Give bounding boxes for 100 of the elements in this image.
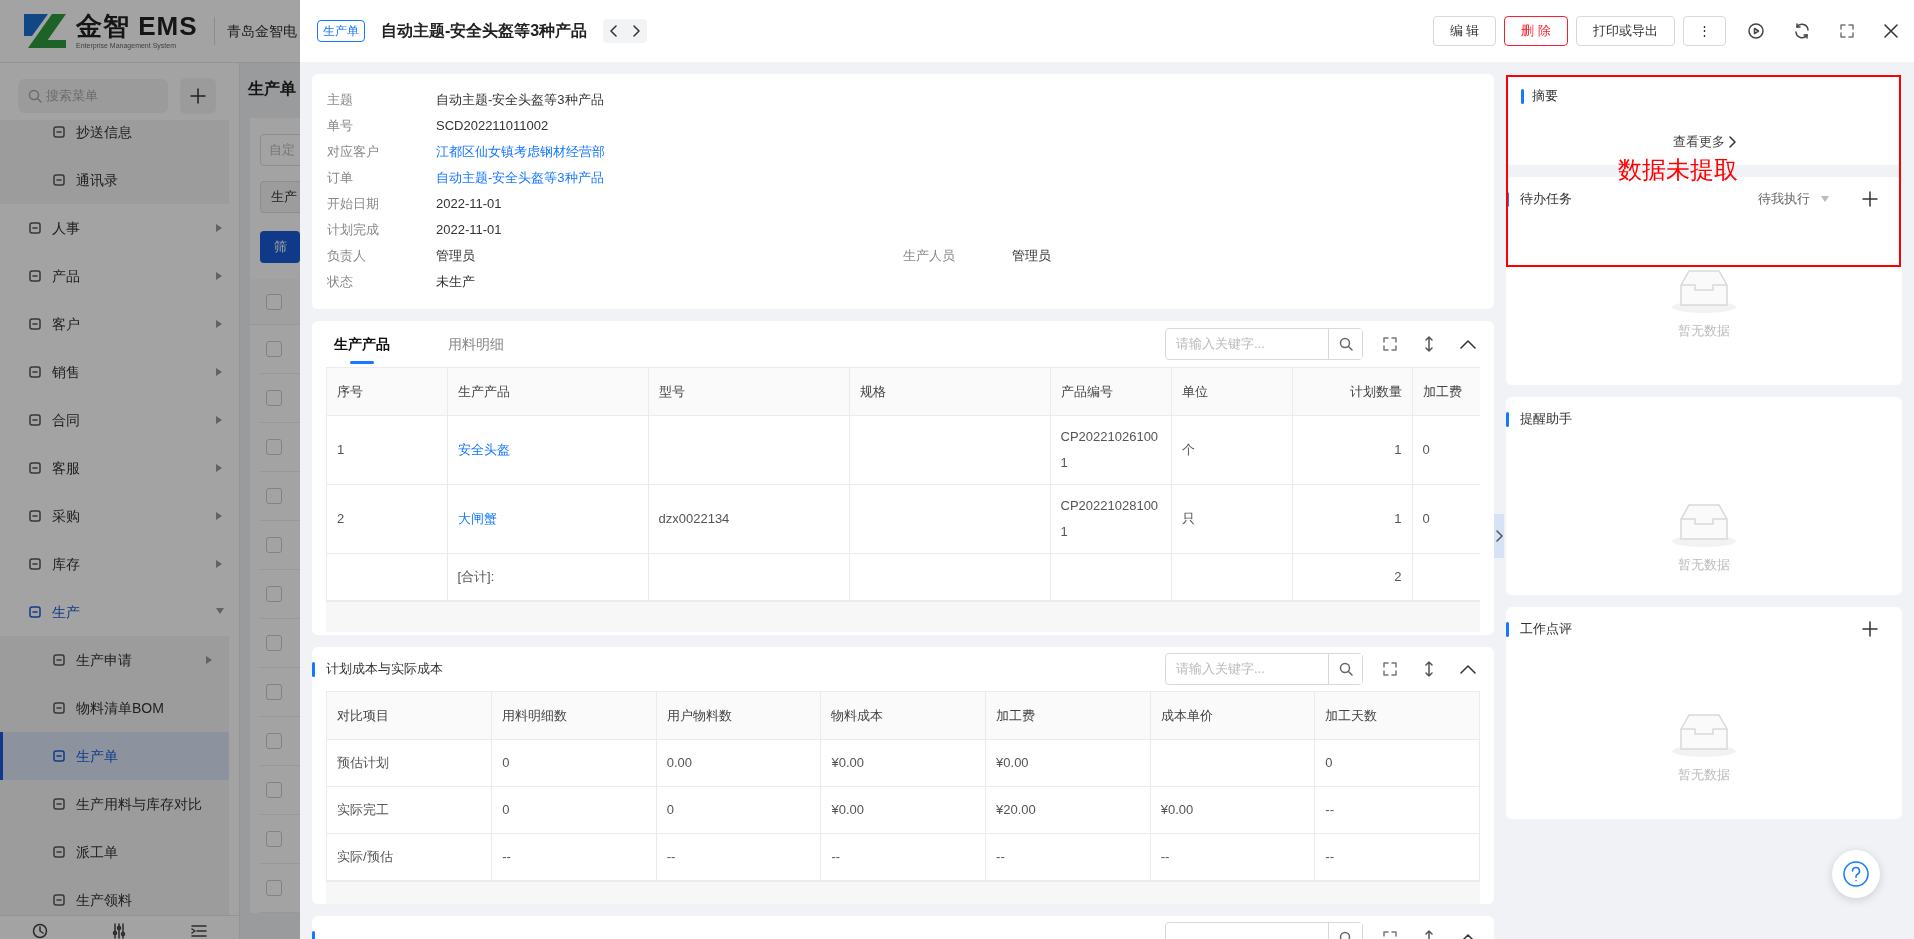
column-header: 计划数量 <box>1292 368 1412 415</box>
search-icon <box>1338 337 1353 351</box>
checkbox[interactable] <box>266 635 282 651</box>
submenu-item[interactable]: 物料清单BOM <box>0 684 229 732</box>
empty-text: 暂无数据 <box>1678 322 1730 340</box>
checkbox[interactable] <box>266 586 282 602</box>
chevron-right-icon <box>1727 135 1736 148</box>
checkbox[interactable] <box>266 733 282 749</box>
table-cell: 0 <box>491 739 657 786</box>
action-button[interactable]: 编 辑 <box>1432 16 1497 46</box>
menu-label: 采购 <box>52 506 80 526</box>
checkbox[interactable] <box>266 537 282 553</box>
menu-icon <box>52 893 66 907</box>
checkbox[interactable] <box>266 782 282 798</box>
table-cell: 2 <box>1292 553 1412 600</box>
column-header: 加工费 <box>985 692 1151 739</box>
search-placeholder: 请输入关键字... <box>1175 660 1266 679</box>
field-value: 未生产 <box>436 273 475 292</box>
menu-label: 派工单 <box>76 842 118 862</box>
view-more-link[interactable]: 查看更多 <box>1672 132 1736 152</box>
submenu-item[interactable]: 通讯录 <box>0 156 229 204</box>
table-cell: 个 <box>1171 415 1292 484</box>
menu-item[interactable]: 销售 <box>0 348 239 396</box>
product-link[interactable]: 大闸蟹 <box>457 510 497 526</box>
table-cell: 只 <box>1171 484 1292 553</box>
menu-item[interactable]: 采购 <box>0 492 239 540</box>
submenu-item[interactable]: 派工单 <box>0 828 229 876</box>
checkbox[interactable] <box>266 831 282 847</box>
table-cell: -- <box>985 833 1151 880</box>
checkbox[interactable] <box>266 488 282 504</box>
sliders-icon[interactable] <box>111 923 128 939</box>
menu-label: 通讯录 <box>76 170 118 190</box>
field-label: 对应客户 <box>327 143 380 162</box>
close-icon[interactable] <box>1884 24 1898 38</box>
table-cell: -- <box>820 833 986 880</box>
add-button[interactable] <box>180 78 216 114</box>
menu-label: 生产领料 <box>76 890 132 910</box>
field-link[interactable]: 江都区仙女镇考虑钢材经营部 <box>436 142 605 162</box>
expand-rows-icon <box>1424 661 1434 677</box>
fullscreen-icon <box>1383 662 1397 676</box>
column-header: 加工费 <box>1412 368 1480 415</box>
checkbox[interactable] <box>266 880 282 896</box>
refresh-icon[interactable] <box>1794 23 1810 39</box>
checkbox[interactable] <box>266 390 282 406</box>
tab[interactable]: 用料明细 <box>440 323 512 365</box>
menu-icon <box>28 221 42 235</box>
checkbox[interactable] <box>266 341 282 357</box>
product-link[interactable]: 安全头盔 <box>457 441 510 457</box>
more-button[interactable]: ⋮ <box>1683 16 1726 46</box>
menu-item[interactable]: 产品 <box>0 252 239 300</box>
table-cell: ¥20.00 <box>985 786 1151 833</box>
table-cell: 1 <box>1292 415 1412 484</box>
filter-button[interactable]: 筛 <box>260 231 300 263</box>
field-label: 生产人员 <box>903 247 956 266</box>
play-circle-icon[interactable] <box>1748 23 1764 39</box>
tab[interactable]: 生产产品 <box>326 323 398 365</box>
empty-text: 暂无数据 <box>1678 766 1730 784</box>
history-icon[interactable] <box>31 923 48 939</box>
menu-item[interactable]: 人事 <box>0 204 239 252</box>
type-select[interactable]: 生产 <box>260 181 300 213</box>
delete-button[interactable]: 删 除 <box>1504 16 1568 46</box>
menu-label: 生产申请 <box>76 650 132 670</box>
fullscreen-icon[interactable] <box>1840 24 1854 38</box>
table-cell: 0 <box>491 786 657 833</box>
menu-icon <box>28 269 42 283</box>
menu-item[interactable]: 合同 <box>0 396 239 444</box>
menu-item[interactable]: 生产 <box>0 588 239 636</box>
field-link[interactable]: 自动主题-安全头盔等3种产品 <box>436 168 604 188</box>
column-header: 产品编号 <box>1050 368 1171 415</box>
menu-label: 生产用料与库存对比 <box>76 794 202 814</box>
action-button[interactable]: 打印或导出 <box>1576 16 1675 46</box>
field-value: 管理员 <box>1012 247 1051 266</box>
task-filter-dropdown[interactable]: 待我执行 <box>1758 189 1830 209</box>
help-button[interactable] <box>1832 850 1880 898</box>
table-cell: 实际/预估 <box>327 833 492 880</box>
checkbox[interactable] <box>266 684 282 700</box>
table-cell: ¥0.00 <box>1150 786 1315 833</box>
field-label: 状态 <box>327 273 354 292</box>
table-cell: -- <box>1314 833 1480 880</box>
panel-title: 待办任务 <box>1520 190 1572 209</box>
search-button[interactable] <box>1328 654 1362 684</box>
collapse-handle[interactable] <box>1494 514 1504 558</box>
section-marker <box>1506 411 1509 427</box>
checkbox[interactable] <box>266 439 282 455</box>
collapse-menu-icon[interactable] <box>191 923 208 939</box>
submenu-item[interactable]: 生产用料与库存对比 <box>0 780 229 828</box>
submenu-item[interactable]: 生产单 <box>0 732 229 780</box>
checkbox[interactable] <box>266 293 282 310</box>
menu-item[interactable]: 客服 <box>0 444 239 492</box>
chevron-left-icon <box>610 25 619 37</box>
submenu-item[interactable]: 生产申请 <box>0 636 229 684</box>
menu-item[interactable]: 库存 <box>0 540 239 588</box>
menu-icon <box>52 173 66 187</box>
menu-item[interactable]: 客户 <box>0 300 239 348</box>
table-cell: 0 <box>1314 739 1480 786</box>
table-cell: 0.00 <box>656 739 821 786</box>
search-button[interactable] <box>1328 329 1362 359</box>
section-title: 计划成本与实际成本 <box>326 660 443 679</box>
section-marker <box>1521 88 1524 104</box>
submenu-item[interactable]: 生产领料 <box>0 876 229 915</box>
